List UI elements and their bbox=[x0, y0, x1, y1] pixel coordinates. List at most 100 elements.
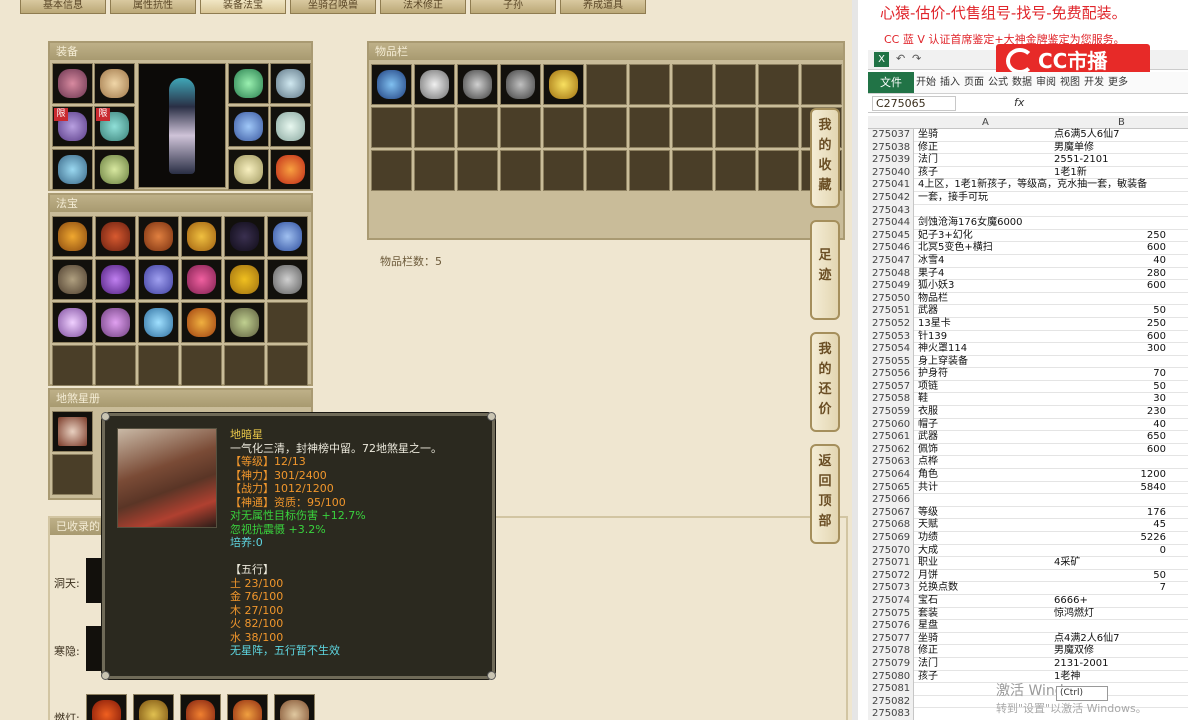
ribbon-tab[interactable]: 数据 bbox=[1010, 72, 1034, 93]
cell-a[interactable]: 帽子 bbox=[918, 419, 1052, 432]
bag-slot[interactable] bbox=[457, 150, 498, 191]
name-box[interactable]: C275065 bbox=[872, 96, 956, 111]
equip-slot[interactable]: 限 bbox=[52, 106, 93, 147]
bag-slot[interactable] bbox=[414, 64, 455, 105]
bag-slot[interactable] bbox=[500, 64, 541, 105]
cell-b[interactable]: 300 bbox=[1054, 343, 1166, 356]
fabao-slot[interactable] bbox=[95, 302, 136, 343]
fabao-slot[interactable] bbox=[267, 216, 308, 257]
equip-slot[interactable] bbox=[270, 106, 311, 147]
sheet-row[interactable]: 275053 针139 600 bbox=[868, 330, 1188, 344]
fabao-slot[interactable] bbox=[181, 216, 222, 257]
fabao-slot[interactable] bbox=[267, 345, 308, 386]
cell-a[interactable]: 大成 bbox=[918, 545, 1052, 558]
fabao-slot[interactable] bbox=[138, 259, 179, 300]
cell-a[interactable]: 鞋 bbox=[918, 393, 1052, 406]
cell-b[interactable]: 2131-2001 bbox=[1054, 658, 1166, 671]
cell-b[interactable]: 4采矿 bbox=[1054, 557, 1166, 570]
cell-b[interactable]: 176 bbox=[1054, 507, 1166, 520]
bag-slot[interactable] bbox=[758, 64, 799, 105]
row-number[interactable]: 275056 bbox=[868, 368, 914, 381]
bag-slot[interactable] bbox=[629, 107, 670, 148]
sheet-row[interactable]: 275040 孩子 1老1新 bbox=[868, 166, 1188, 180]
cell-b[interactable]: 30 bbox=[1054, 393, 1166, 406]
tab-growth-items[interactable]: 养成道具 bbox=[560, 0, 646, 14]
randeng-item-slot[interactable] bbox=[227, 694, 268, 720]
cell-a[interactable]: 星盘 bbox=[918, 620, 1052, 633]
sheet-row[interactable]: 275068 天赋 45 bbox=[868, 519, 1188, 532]
cell-a[interactable]: 果子4 bbox=[918, 268, 1052, 281]
cell-a[interactable]: 法门 bbox=[918, 658, 1052, 671]
cell-a[interactable]: 角色 bbox=[918, 469, 1052, 482]
bag-slot[interactable] bbox=[543, 107, 584, 148]
randeng-item-slot[interactable] bbox=[86, 694, 127, 720]
bag-slot[interactable] bbox=[586, 64, 627, 105]
sheet-row[interactable]: 275044 剑蚀沧海176女魔6000 bbox=[868, 217, 1188, 230]
bag-slot[interactable] bbox=[457, 107, 498, 148]
sheet-row[interactable]: 275045 妃子3+幻化 250 bbox=[868, 229, 1188, 243]
ribbon-tab[interactable]: 开始 bbox=[914, 72, 938, 93]
bag-slot[interactable] bbox=[715, 150, 756, 191]
ribbon-tab[interactable]: 审阅 bbox=[1034, 72, 1058, 93]
cell-b[interactable]: 点6满5人6仙7 bbox=[1054, 129, 1166, 142]
bag-slot[interactable] bbox=[371, 150, 412, 191]
cell-a[interactable]: 13星卡 bbox=[918, 318, 1052, 331]
sheet-row[interactable]: 275038 修正 男魔单修 bbox=[868, 141, 1188, 155]
cell-b[interactable]: 男魔单修 bbox=[1054, 142, 1166, 155]
sheet-row[interactable]: 275067 等级 176 bbox=[868, 506, 1188, 520]
cell-a[interactable]: 天赋 bbox=[918, 519, 1052, 532]
row-number[interactable]: 275063 bbox=[868, 456, 914, 470]
row-number[interactable]: 275048 bbox=[868, 267, 914, 281]
dishaxing-slot[interactable] bbox=[52, 411, 93, 452]
redo-icon[interactable]: ↷ bbox=[912, 52, 921, 65]
cell-a[interactable]: 身上穿装备 bbox=[918, 356, 1052, 369]
ribbon-file-tab[interactable]: 文件 bbox=[868, 72, 914, 93]
fabao-slot[interactable] bbox=[95, 259, 136, 300]
sheet-row[interactable]: 275066 bbox=[868, 494, 1188, 507]
randeng-item-slot[interactable] bbox=[180, 694, 221, 720]
equip-slot[interactable] bbox=[228, 63, 269, 104]
row-number[interactable]: 275078 bbox=[868, 645, 914, 658]
fabao-slot[interactable] bbox=[224, 302, 265, 343]
row-number[interactable]: 275061 bbox=[868, 431, 914, 444]
bag-slot[interactable] bbox=[586, 150, 627, 191]
bag-slot[interactable] bbox=[457, 64, 498, 105]
row-number[interactable]: 275074 bbox=[868, 594, 914, 608]
cell-a[interactable]: 职业 bbox=[918, 557, 1052, 570]
tab-children[interactable]: 子孙 bbox=[470, 0, 556, 14]
cell-b[interactable]: 280 bbox=[1054, 268, 1166, 281]
cell-b[interactable]: 1老1新 bbox=[1054, 167, 1166, 180]
ribbon-tab[interactable]: 插入 bbox=[938, 72, 962, 93]
fabao-slot[interactable] bbox=[52, 259, 93, 300]
cell-a[interactable]: 修正 bbox=[918, 645, 1052, 658]
sheet-row[interactable]: 275076 星盘 bbox=[868, 620, 1188, 633]
side-tab-footprints[interactable]: 足迹 bbox=[810, 220, 840, 320]
cell-b[interactable]: 230 bbox=[1054, 406, 1166, 419]
bag-slot[interactable] bbox=[672, 107, 713, 148]
cell-b[interactable]: 50 bbox=[1054, 381, 1166, 394]
sheet-row[interactable]: 275055 身上穿装备 bbox=[868, 355, 1188, 369]
fabao-slot[interactable] bbox=[95, 216, 136, 257]
cell-a[interactable]: 点桦 bbox=[918, 456, 1052, 469]
sheet-row[interactable]: 275065 共计 5840 bbox=[868, 481, 1188, 495]
row-number[interactable]: 275044 bbox=[868, 217, 914, 230]
cell-b[interactable]: 50 bbox=[1054, 305, 1166, 318]
sheet-row[interactable]: 275039 法门 2551-2101 bbox=[868, 154, 1188, 167]
cell-a[interactable]: 坐骑 bbox=[918, 129, 1052, 142]
ribbon-tab[interactable]: 页面 bbox=[962, 72, 986, 93]
sheet-row[interactable]: 275047 冰雪4 40 bbox=[868, 254, 1188, 268]
sheet-row[interactable]: 275071 职业 4采矿 bbox=[868, 557, 1188, 570]
equip-slot[interactable] bbox=[228, 106, 269, 147]
row-number[interactable]: 275071 bbox=[868, 557, 914, 570]
cell-b[interactable]: 2551-2101 bbox=[1054, 154, 1166, 167]
row-number[interactable]: 275057 bbox=[868, 380, 914, 394]
cell-b[interactable]: 男魔双修 bbox=[1054, 645, 1166, 658]
cell-a[interactable]: 武器 bbox=[918, 305, 1052, 318]
tab-spell-correction[interactable]: 法术修正 bbox=[380, 0, 466, 14]
fabao-slot[interactable] bbox=[95, 345, 136, 386]
tab-basic-info[interactable]: 基本信息 bbox=[20, 0, 106, 14]
cell-b[interactable]: 250 bbox=[1054, 318, 1166, 331]
equip-slot[interactable] bbox=[52, 63, 93, 104]
cell-b[interactable]: 5840 bbox=[1054, 482, 1166, 495]
cell-a[interactable]: 修正 bbox=[918, 142, 1052, 155]
